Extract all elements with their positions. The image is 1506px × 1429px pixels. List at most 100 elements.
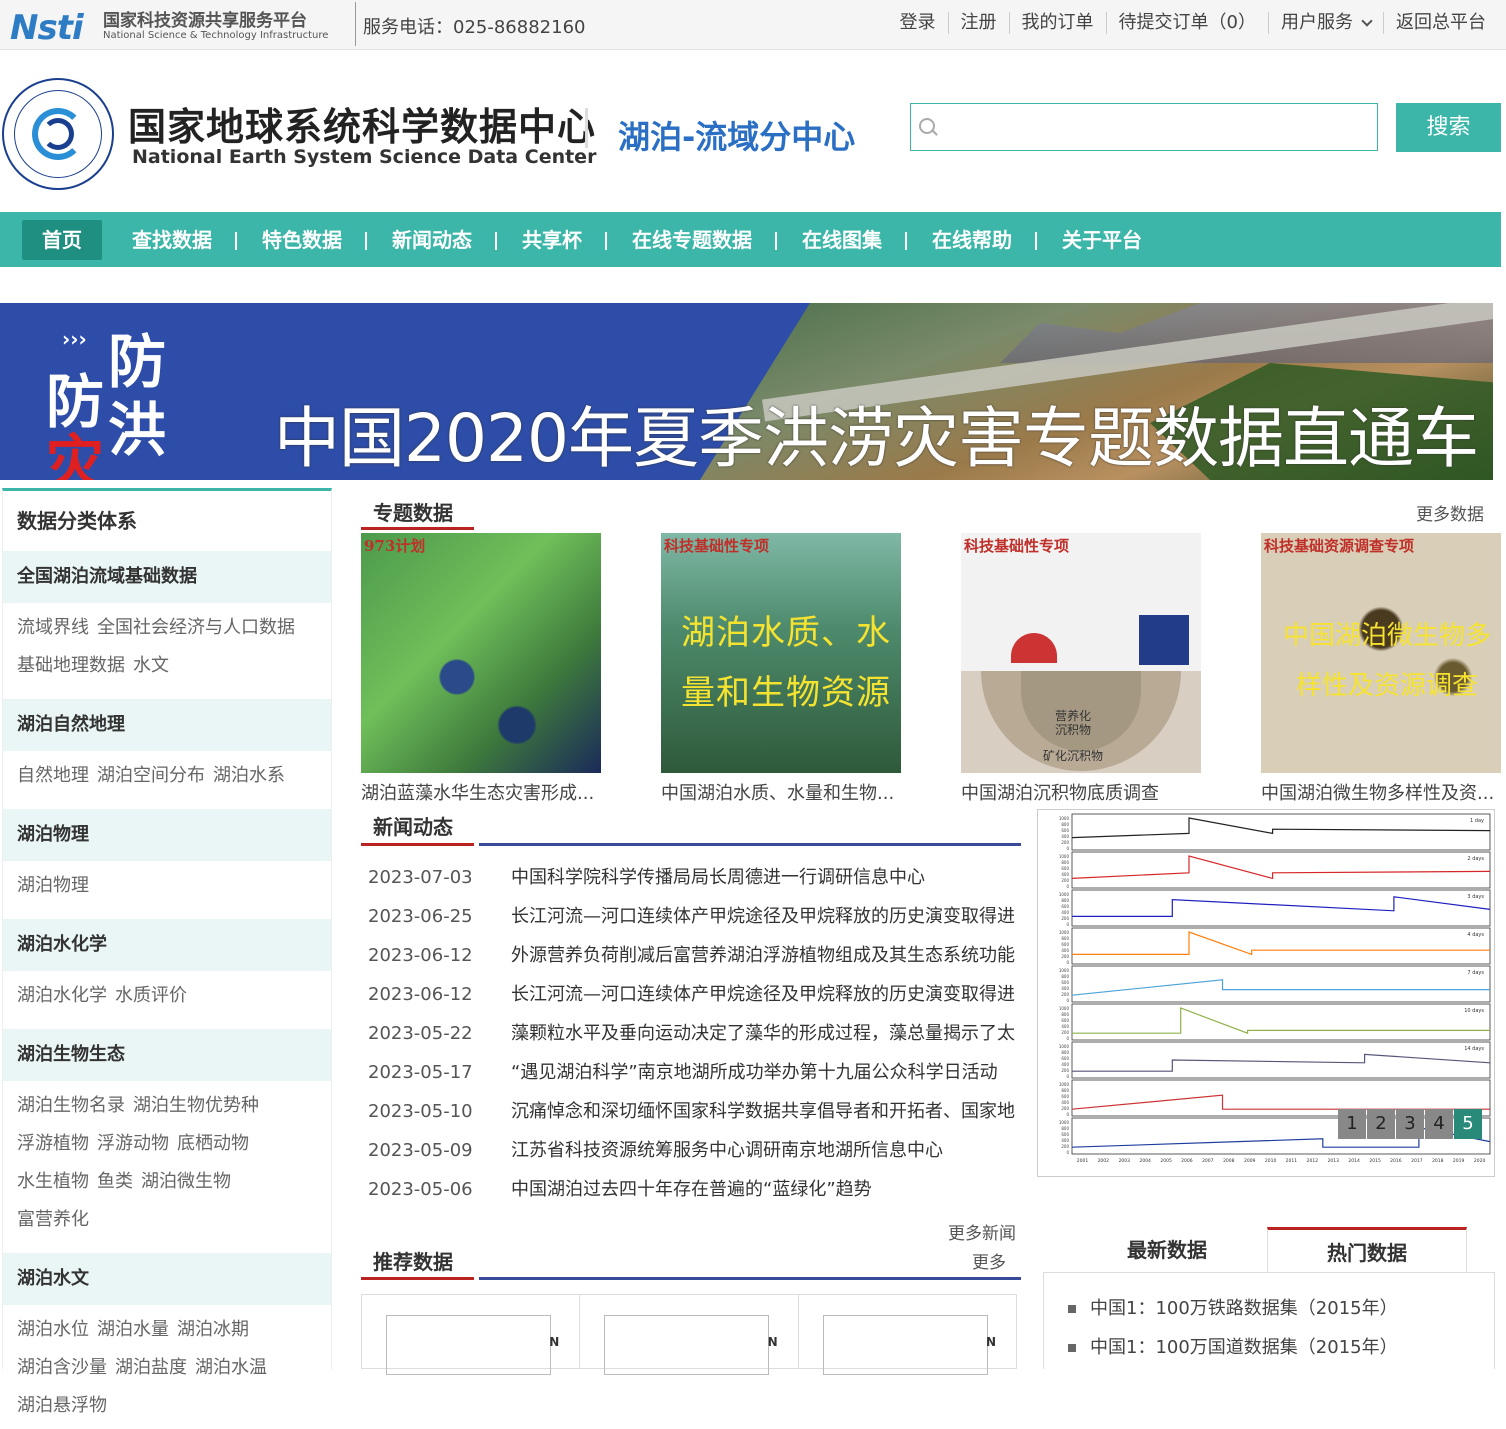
- news-title: 中国湖泊过去四十年存在普遍的“蓝绿化”趋势: [511, 1179, 872, 1200]
- slider-y-tick: 0: [1066, 998, 1069, 1003]
- category-link[interactable]: 湖泊盐度: [115, 1357, 187, 1378]
- category-link[interactable]: 湖泊生物优势种: [133, 1095, 259, 1116]
- category-link[interactable]: 流域界线: [17, 617, 89, 638]
- slider-page-3[interactable]: 3: [1396, 1109, 1424, 1139]
- category-heading[interactable]: 湖泊水文: [3, 1253, 331, 1305]
- slider-page-5[interactable]: 5: [1454, 1109, 1482, 1139]
- top-bar: Nsti 国家科技资源共享服务平台 National Science & Tec…: [0, 0, 1506, 50]
- nav-about[interactable]: 关于平台: [1037, 220, 1167, 260]
- category-link[interactable]: 全国社会经济与人口数据: [97, 617, 295, 638]
- nsti-logo-word: Nsti: [10, 8, 84, 48]
- slider-panel-frame: [1071, 965, 1491, 1003]
- category-link[interactable]: 湖泊冰期: [177, 1319, 249, 1340]
- slider-y-tick: 200: [1061, 878, 1069, 883]
- recommend-card[interactable]: N: [362, 1295, 581, 1375]
- category-link[interactable]: 湖泊水位: [17, 1319, 89, 1340]
- category-link[interactable]: 湖泊物理: [17, 875, 89, 896]
- list-item[interactable]: 中国1：100万铁路数据集（2015年）: [1044, 1289, 1494, 1328]
- list-item[interactable]: 中国1：100万国道数据集（2015年）: [1044, 1328, 1494, 1367]
- category-link[interactable]: 水生植物: [17, 1171, 89, 1192]
- banner-char-hong: 洪: [108, 396, 167, 464]
- nav-news[interactable]: 新闻动态: [367, 220, 497, 260]
- pending-orders-link[interactable]: 待提交订单（0）: [1105, 12, 1268, 34]
- category-link[interactable]: 水文: [133, 655, 169, 676]
- category-link[interactable]: 湖泊微生物: [141, 1171, 231, 1192]
- nav-online-help[interactable]: 在线帮助: [907, 220, 1037, 260]
- slider-y-tick: 600: [1061, 1056, 1069, 1061]
- slider-page-4[interactable]: 4: [1425, 1109, 1453, 1139]
- category-link[interactable]: 湖泊含沙量: [17, 1357, 107, 1378]
- category-link[interactable]: 浮游动物: [97, 1133, 169, 1154]
- category-link[interactable]: 基础地理数据: [17, 655, 125, 676]
- category-link[interactable]: 底栖动物: [177, 1133, 249, 1154]
- slider-y-tick: 1000: [1059, 1044, 1070, 1049]
- category-link[interactable]: 湖泊水化学: [17, 985, 107, 1006]
- category-link[interactable]: 水质评价: [115, 985, 187, 1006]
- topic-image: 科技基础性专项 营养化沉积物 矿化沉积物: [961, 533, 1201, 773]
- login-link[interactable]: 登录: [888, 12, 948, 34]
- search-button[interactable]: 搜索: [1396, 103, 1501, 152]
- flood-banner[interactable]: ››› 防 防 洪 灾 中国2020年夏季洪涝灾害专题数据直通车: [0, 303, 1493, 480]
- category-heading[interactable]: 湖泊自然地理: [3, 699, 331, 751]
- news-item[interactable]: 2023-05-10 沉痛悼念和深切缅怀国家科学数据共享倡导者和开拓者、国家地: [361, 1092, 1021, 1131]
- nav-find-data[interactable]: 查找数据: [107, 220, 237, 260]
- nav-online-atlas[interactable]: 在线图集: [777, 220, 907, 260]
- slider-page-1[interactable]: 1: [1338, 1109, 1366, 1139]
- news-item[interactable]: 2023-05-17 “遇见湖泊科学”南京地湖所成功举办第十九届公众科学日活动: [361, 1053, 1021, 1092]
- category-link[interactable]: 浮游植物: [17, 1133, 89, 1154]
- news-item[interactable]: 2023-05-09 江苏省科技资源统筹服务中心调研南京地湖所信息中心: [361, 1131, 1021, 1170]
- tab-hot-data[interactable]: 热门数据: [1267, 1227, 1467, 1273]
- topic-card[interactable]: 科技基础性专项 湖泊水质、水量和生物资源 中国湖泊水质、水量和生物...: [661, 533, 901, 805]
- slider-x-tick: 2006: [1181, 1158, 1193, 1164]
- topic-card[interactable]: 科技基础资源调查专项 中国湖泊微生物多样性及资源调查 中国湖泊微生物多样性及资.…: [1261, 533, 1501, 805]
- register-link[interactable]: 注册: [947, 12, 1009, 34]
- recommend-card[interactable]: N: [799, 1295, 1016, 1375]
- nsti-logo[interactable]: Nsti 国家科技资源共享服务平台 National Science & Tec…: [10, 4, 350, 48]
- slider-y-tick: 600: [1061, 980, 1069, 985]
- nav-home[interactable]: 首页: [22, 219, 102, 260]
- slider-y-tick: 400: [1061, 1062, 1069, 1067]
- return-main-platform-link[interactable]: 返回总平台: [1383, 12, 1498, 34]
- category-heading[interactable]: 湖泊物理: [3, 809, 331, 861]
- user-service-dropdown[interactable]: 用户服务: [1268, 12, 1383, 34]
- topic-card[interactable]: 973计划 湖泊蓝藻水华生态灾害形成...: [361, 533, 601, 805]
- news-item[interactable]: 2023-06-25 长江河流—河口连续体产甲烷途径及甲烷释放的历史演变取得进: [361, 897, 1021, 936]
- category-heading[interactable]: 湖泊生物生态: [3, 1029, 331, 1081]
- more-data-link[interactable]: 更多数据: [1416, 500, 1484, 525]
- topic-card[interactable]: 科技基础性专项 营养化沉积物 矿化沉积物 中国湖泊沉积物底质调查: [961, 533, 1201, 805]
- news-item[interactable]: 2023-07-03 中国科学院科学传播局局长周德进一行调研信息中心: [361, 858, 1021, 897]
- category-heading[interactable]: 湖泊水化学: [3, 919, 331, 971]
- category-group: 湖泊水化学 湖泊水化学 水质评价: [3, 919, 331, 1019]
- slider-x-tick: 2012: [1307, 1158, 1319, 1164]
- category-heading[interactable]: 全国湖泊流域基础数据: [3, 551, 331, 603]
- category-link[interactable]: 湖泊水系: [213, 765, 285, 786]
- nav-featured-data[interactable]: 特色数据: [237, 220, 367, 260]
- category-link[interactable]: 湖泊空间分布: [97, 765, 205, 786]
- my-orders-link[interactable]: 我的订单: [1008, 12, 1106, 34]
- slider-panel-label: 4 days: [1467, 932, 1484, 938]
- tab-latest-data[interactable]: 最新数据: [1067, 1227, 1267, 1273]
- category-link[interactable]: 鱼类: [97, 1171, 133, 1192]
- nav-online-topic-data[interactable]: 在线专题数据: [607, 220, 777, 260]
- center-seal-logo[interactable]: [2, 78, 114, 190]
- slider-pager: 1 2 3 4 5: [1338, 1109, 1483, 1139]
- more-recommend-link[interactable]: 更多: [972, 1248, 1006, 1273]
- news-item[interactable]: 2023-05-22 藻颗粒水平及垂向运动决定了藻华的形成过程，藻总量揭示了太: [361, 1014, 1021, 1053]
- category-link[interactable]: 自然地理: [17, 765, 89, 786]
- more-news-link[interactable]: 更多新闻: [948, 1219, 1016, 1244]
- slider-page-2[interactable]: 2: [1367, 1109, 1395, 1139]
- news-item[interactable]: 2023-06-12 外源营养负荷削减后富营养湖泊浮游植物组成及其生态系统功能: [361, 936, 1021, 975]
- search-input[interactable]: [943, 104, 1373, 150]
- category-link[interactable]: 富营养化: [17, 1209, 89, 1230]
- category-link[interactable]: 湖泊悬浮物: [17, 1395, 107, 1416]
- category-link[interactable]: 湖泊水温: [195, 1357, 267, 1378]
- news-item[interactable]: 2023-05-06 中国湖泊过去四十年存在普遍的“蓝绿化”趋势: [361, 1170, 1021, 1209]
- news-item[interactable]: 2023-06-12 长江河流—河口连续体产甲烷途径及甲烷释放的历史演变取得进: [361, 975, 1021, 1014]
- recommend-card[interactable]: N: [580, 1295, 799, 1375]
- category-link[interactable]: 湖泊生物名录: [17, 1095, 125, 1116]
- nav-sharing-cup[interactable]: 共享杯: [497, 220, 607, 260]
- category-link[interactable]: 湖泊水量: [97, 1319, 169, 1340]
- slider-y-tick: 400: [1061, 1138, 1069, 1143]
- factory-icon: [1139, 615, 1189, 665]
- slider-panel-frame: [1071, 1041, 1491, 1079]
